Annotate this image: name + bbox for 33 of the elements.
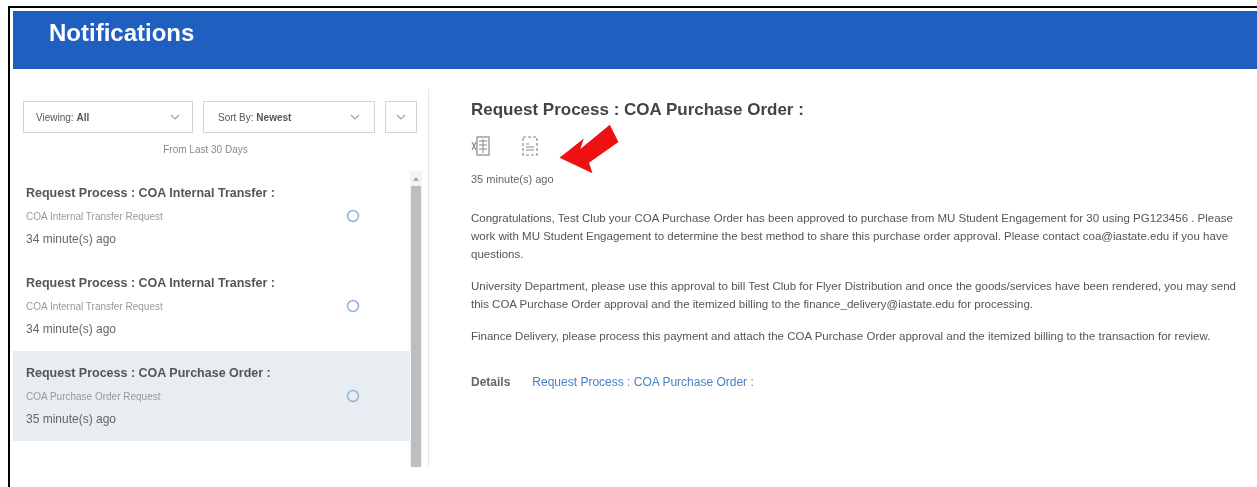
notification-time: 34 minute(s) ago	[26, 230, 118, 248]
notification-subtitle: COA Internal Transfer Request	[26, 209, 164, 224]
sort-dropdown[interactable]: Sort By: Newest	[203, 101, 375, 133]
scroll-up-icon[interactable]	[413, 176, 419, 182]
pdf-icon[interactable]	[521, 134, 539, 157]
scrollbar[interactable]	[410, 171, 422, 467]
unread-circle-icon[interactable]	[346, 299, 360, 313]
spreadsheet-icon[interactable]	[471, 134, 491, 157]
unread-circle-icon[interactable]	[346, 389, 360, 403]
notification-time: 34 minute(s) ago	[26, 320, 118, 338]
notification-time: 35 minute(s) ago	[26, 410, 118, 428]
chevron-down-icon	[350, 114, 360, 120]
notification-title: Request Process : COA Purchase Order :	[26, 365, 271, 383]
detail-title: Request Process : COA Purchase Order :	[471, 99, 805, 121]
options-dropdown[interactable]	[385, 101, 417, 133]
notification-title: Request Process : COA Internal Transfer :	[26, 275, 275, 293]
message-paragraph: University Department, please use this approval to bill Test Club for Flyer Distribution and once the goods/services have been rendered, you may send this COA Purchase Order approval and the itemized billing to the finance_delivery@iastate.edu for processing.	[471, 279, 1237, 312]
page-title: Notifications	[49, 18, 195, 48]
details-link[interactable]: Request Process : COA Purchase Order :	[532, 373, 754, 391]
chevron-down-icon	[396, 114, 406, 120]
notification-item[interactable]: Request Process : COA Purchase Order : COA Purchase Order Request 35 minute(s) ago	[13, 351, 410, 441]
viewing-dropdown[interactable]: Viewing: All	[23, 101, 193, 133]
message-paragraph: Finance Delivery, please process this payment and attach the COA Purchase Order approval and the itemized billing to the transaction for review.	[471, 329, 1212, 344]
notification-subtitle: COA Internal Transfer Request	[26, 299, 164, 314]
chevron-down-icon	[170, 114, 180, 120]
message-paragraph: Congratulations, Test Club your COA Purchase Order has been approved to purchase from MU Student Engagement for 30 using PG123456 . Please work with MU Student Engagement to determine the best method to share this purchase order approval. Please contact coa@iastate.edu if you have questions.	[471, 211, 1234, 262]
detail-time: 35 minute(s) ago	[471, 171, 555, 187]
details-label: Details	[471, 374, 511, 391]
notification-subtitle: COA Purchase Order Request	[26, 389, 162, 404]
notification-title: Request Process : COA Internal Transfer :	[26, 185, 275, 203]
date-range-text: From Last 30 Days	[163, 143, 248, 157]
unread-circle-icon[interactable]	[346, 209, 360, 223]
scrollbar-thumb[interactable]	[411, 186, 421, 467]
